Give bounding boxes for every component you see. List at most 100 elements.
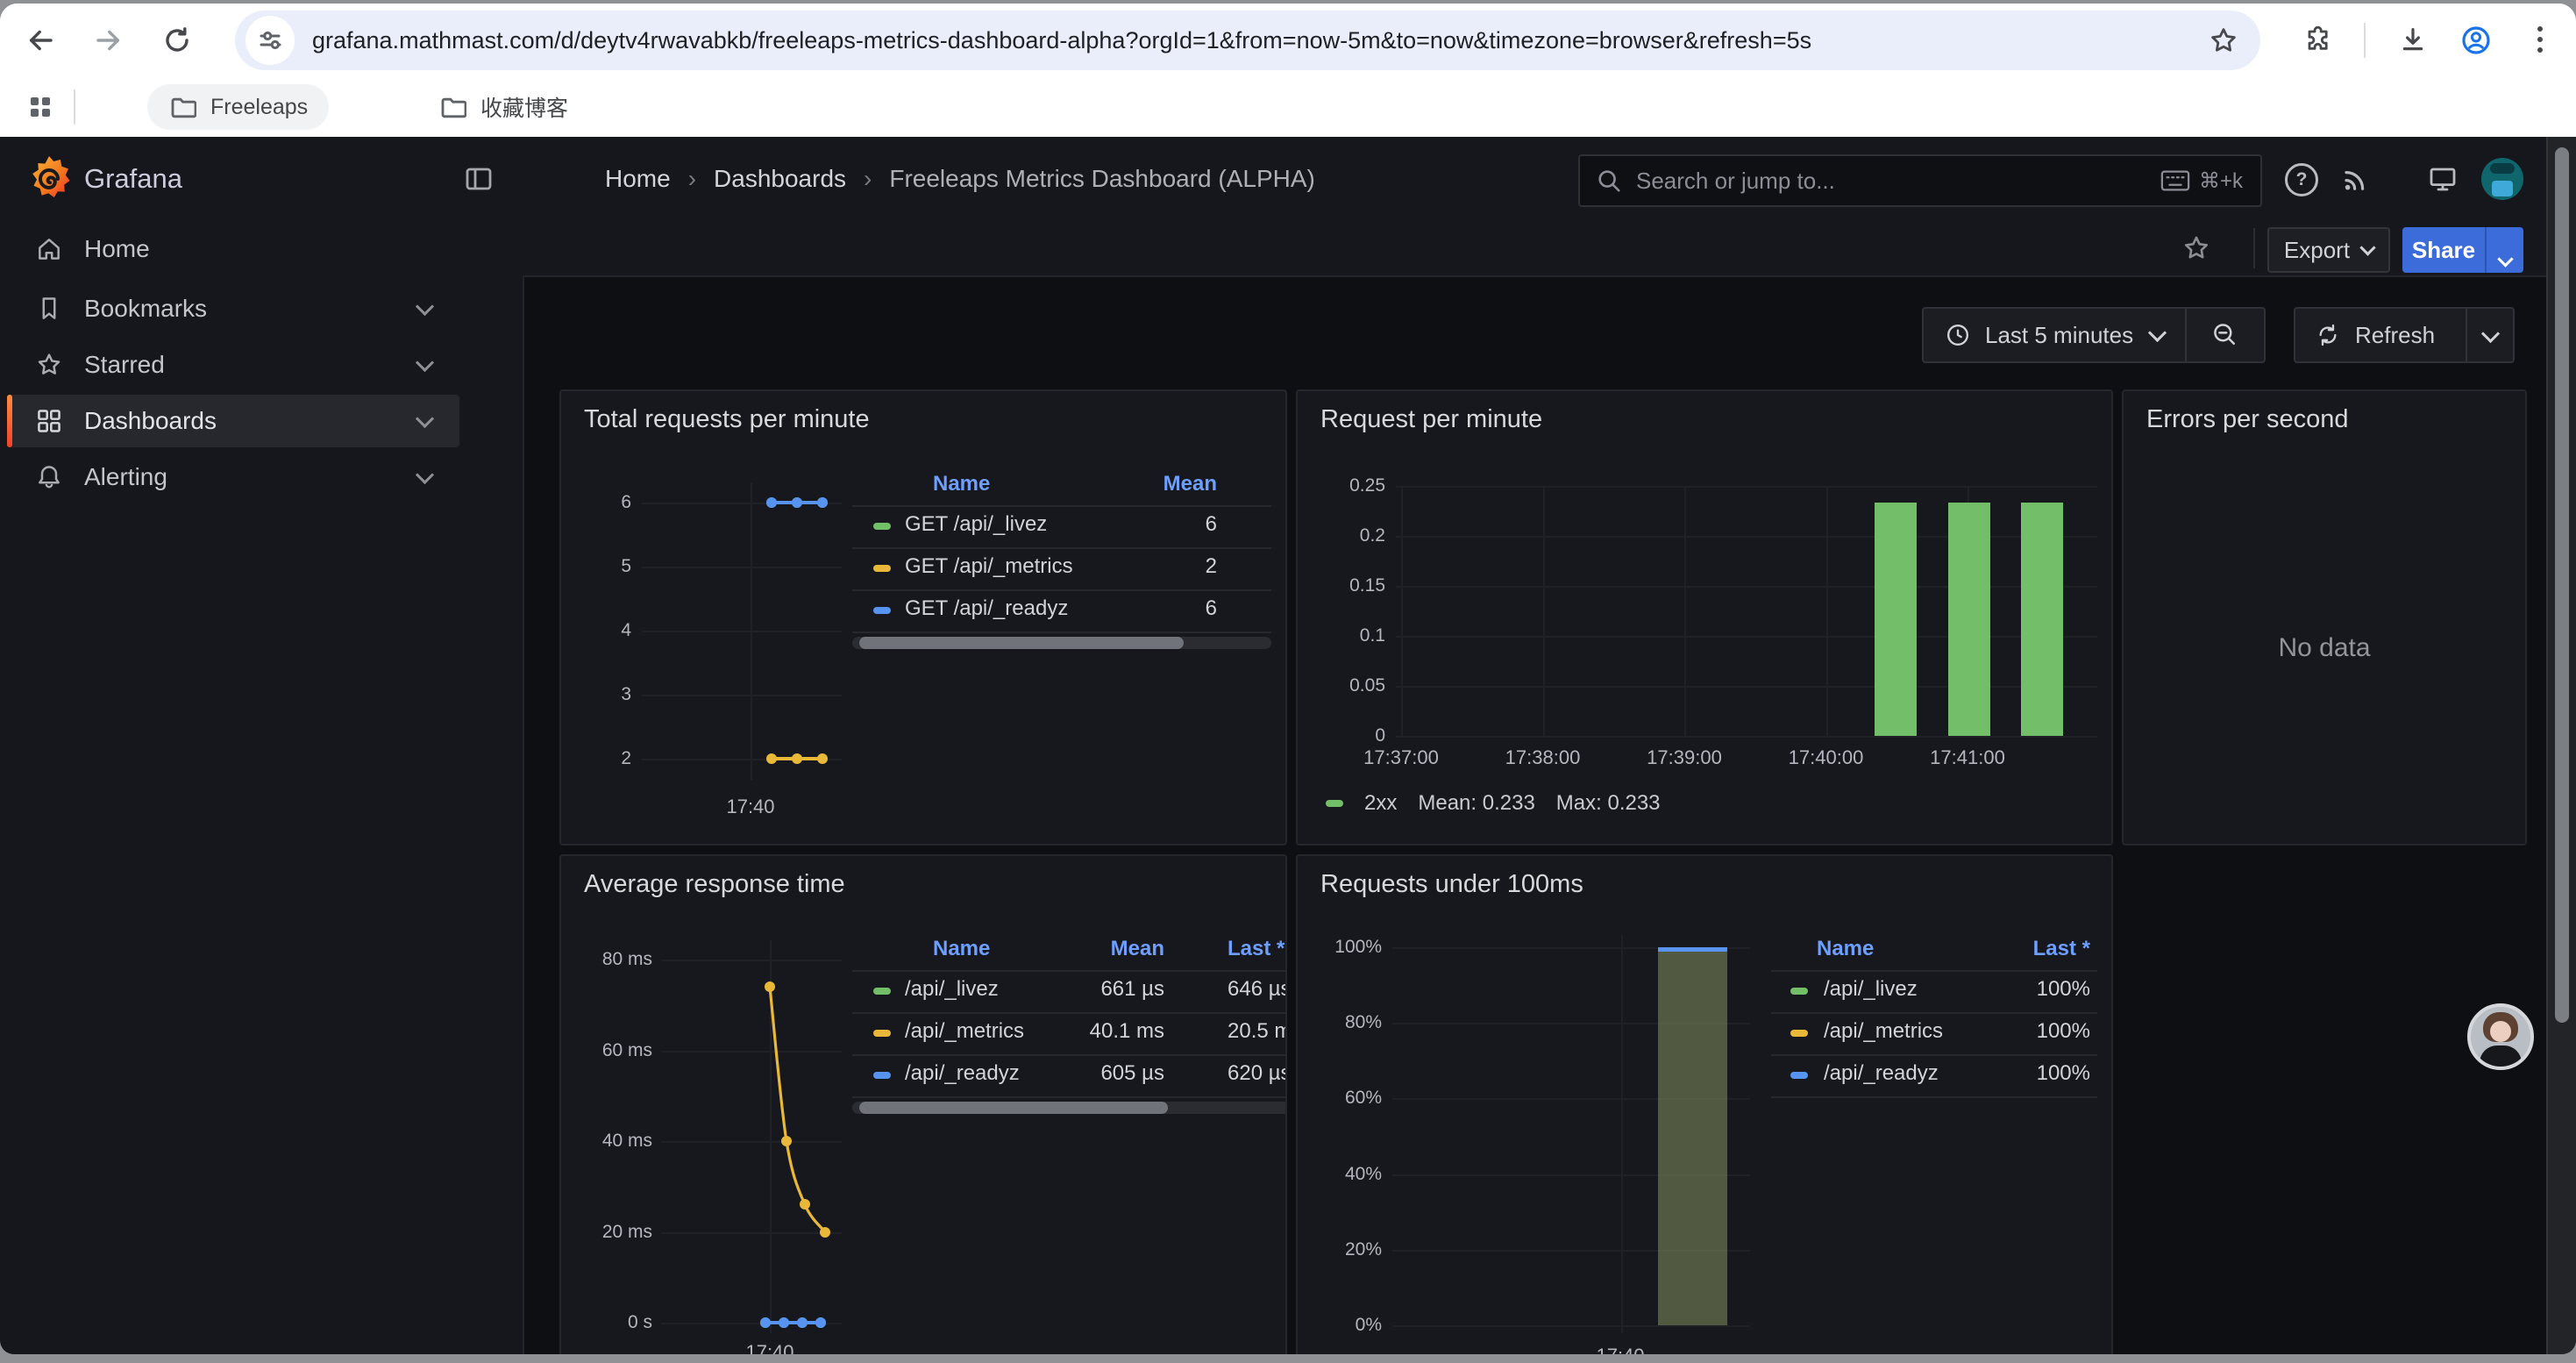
url-bar[interactable]: grafana.mathmast.com/d/deytv4rwavabkb/fr… [235,11,2260,70]
legend-max: Max: 0.233 [1556,791,1661,816]
series-point [817,497,828,508]
legend-pill[interactable] [873,1030,891,1037]
bookmark-folder-freeleaps[interactable]: Freeleaps [147,84,329,130]
apps-grid-icon[interactable] [26,93,54,121]
grafana-logo[interactable] [23,153,75,205]
profile-icon[interactable] [2460,25,2492,56]
sidebar-item-starred[interactable]: Starred [7,339,459,391]
row-divider [852,1012,1287,1014]
table-scrollbar-thumb[interactable] [859,637,1184,649]
search-shortcut: ⌘+k [2160,168,2243,194]
legend-value: 661 µs [1042,977,1164,1002]
breadcrumb-home[interactable]: Home [605,165,671,193]
legend-name[interactable]: GET /api/_livez [905,512,1047,537]
collapse-sidebar-icon[interactable] [463,163,495,195]
legend-pill[interactable] [873,523,891,530]
series-point [800,1199,810,1210]
y-tick-label: 20 ms [575,1220,652,1245]
search-icon [1596,168,1622,194]
legend-pill[interactable] [873,607,891,614]
refresh-label[interactable]: Refresh [2355,322,2466,349]
breadcrumb-dashboards[interactable]: Dashboards [714,165,846,193]
legend-name[interactable]: /api/_readyz [905,1061,1020,1086]
forward-icon[interactable] [93,25,125,56]
gridline-v [1826,486,1828,736]
share-dropdown[interactable] [2487,236,2523,265]
legend-name[interactable]: /api/_metrics [1824,1019,1943,1044]
sidebar-item-dashboards[interactable]: Dashboards [7,395,459,447]
assistant-avatar[interactable] [2467,1003,2534,1070]
refresh-interval-dropdown[interactable] [2467,331,2513,340]
legend-pill[interactable] [873,565,891,572]
help-icon[interactable]: ? [2285,163,2318,196]
series-point [815,1317,826,1328]
row-divider [852,589,1271,591]
dashboard-actions-bar: Export Share [523,221,2576,277]
legend-pill[interactable] [1790,988,1808,995]
legend-value: 100% [1950,977,2090,1002]
bookmarks-separator [74,89,75,125]
chevron-down-icon[interactable] [416,296,434,315]
panel-title[interactable]: Total requests per minute [584,405,870,434]
favorite-star-icon[interactable] [2181,233,2211,263]
legend-name[interactable]: /api/_livez [905,977,999,1002]
user-avatar[interactable] [2481,158,2523,200]
sidebar-item-bookmarks[interactable]: Bookmarks [7,282,459,335]
extensions-icon[interactable] [2302,25,2334,56]
star-icon [35,351,63,379]
bookmark-folder-blogs[interactable]: 收藏博客 [417,84,589,130]
zoom-out-button[interactable] [2187,321,2264,349]
panel-title[interactable]: Errors per second [2146,405,2349,434]
legend-name[interactable]: /api/_livez [1824,977,1918,1002]
page-scrollbar[interactable] [2546,137,2576,1354]
legend-name[interactable]: GET /api/_readyz [905,596,1068,621]
grafana-brand[interactable]: Grafana [84,137,182,221]
y-tick-label: 3 [579,682,631,707]
url-text[interactable]: grafana.mathmast.com/d/deytv4rwavabkb/fr… [312,11,2206,70]
legend-pill[interactable] [1790,1030,1808,1037]
export-button[interactable]: Export [2267,227,2390,273]
kiosk-monitor-icon[interactable] [2427,163,2459,195]
panel-title[interactable]: Requests under 100ms [1320,870,1583,899]
legend-pill[interactable] [873,988,891,995]
search-input[interactable]: Search or jump to... ⌘+k [1578,154,2262,207]
row-divider [1771,1096,2097,1098]
sidebar-item-alerting[interactable]: Alerting [7,451,459,503]
scrollbar-thumb[interactable] [2555,147,2569,1023]
chevron-down-icon[interactable] [416,409,434,427]
column-header[interactable]: Mean [1094,472,1217,496]
legend-name[interactable]: /api/_metrics [905,1019,1024,1044]
chevron-down-icon[interactable] [416,353,434,371]
table-scrollbar-thumb[interactable] [859,1102,1168,1114]
column-header[interactable]: Mean [1042,937,1164,961]
site-settings-icon[interactable] [246,16,295,65]
download-icon[interactable] [2397,25,2429,56]
panel-title[interactable]: Request per minute [1320,405,1542,434]
news-rss-icon[interactable] [2339,163,2371,195]
time-range-label[interactable]: Last 5 minutes [1985,322,2133,349]
legend[interactable]: 2xx Mean: 0.233 Max: 0.233 [1326,791,1661,816]
gridline-v [1543,486,1545,736]
row-divider [1771,1054,2097,1056]
folder-icon [438,93,466,121]
share-button[interactable]: Share [2402,227,2523,273]
column-header[interactable]: Name [933,472,1108,496]
column-header[interactable]: Last * [1950,937,2090,961]
bookmark-icon [35,295,63,323]
chevron-down-icon[interactable] [2148,323,2167,341]
legend-pill[interactable] [873,1072,891,1079]
legend-name[interactable]: GET /api/_metrics [905,554,1073,579]
panel-title[interactable]: Average response time [584,870,845,899]
back-icon[interactable] [25,25,56,56]
bookmark-star-icon[interactable] [2208,25,2239,56]
column-header[interactable]: Last * [1228,937,1287,961]
toolbar-separator [2364,23,2366,58]
sidebar-item-home[interactable]: Home [7,223,459,275]
reload-icon[interactable] [161,25,193,56]
legend-pill[interactable] [1790,1072,1808,1079]
series-point [792,753,802,764]
chevron-down-icon[interactable] [416,465,434,483]
browser-menu-icon[interactable] [2537,26,2543,32]
bell-icon [35,463,63,491]
legend-name[interactable]: /api/_readyz [1824,1061,1939,1086]
